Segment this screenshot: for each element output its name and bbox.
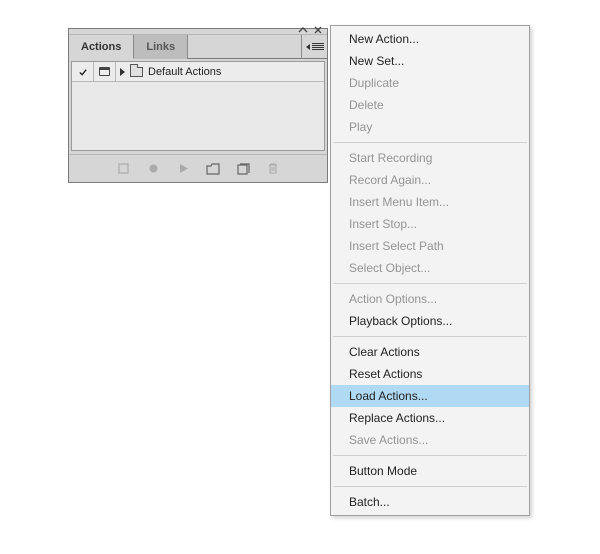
menu-item-replace-actions[interactable]: Replace Actions... bbox=[331, 407, 529, 429]
trash-icon[interactable] bbox=[265, 161, 281, 177]
check-icon bbox=[78, 67, 88, 77]
tab-links[interactable]: Links bbox=[134, 35, 188, 59]
dialog-icon bbox=[99, 67, 110, 76]
menu-separator bbox=[333, 283, 527, 284]
action-set-label: Default Actions bbox=[148, 66, 221, 78]
menu-item-reset-actions[interactable]: Reset Actions bbox=[331, 363, 529, 385]
toggle-enabled-checkbox[interactable] bbox=[72, 62, 94, 81]
new-action-icon[interactable] bbox=[235, 161, 251, 177]
panel-footer bbox=[69, 154, 327, 182]
menu-item-new-set[interactable]: New Set... bbox=[331, 50, 529, 72]
disclosure-icon[interactable] bbox=[120, 68, 125, 76]
menu-separator bbox=[333, 486, 527, 487]
menu-item-select-object: Select Object... bbox=[331, 257, 529, 279]
menu-item-play: Play bbox=[331, 116, 529, 138]
menu-item-button-mode[interactable]: Button Mode bbox=[331, 460, 529, 482]
menu-separator bbox=[333, 336, 527, 337]
folder-icon bbox=[130, 67, 143, 77]
menu-item-new-action[interactable]: New Action... bbox=[331, 28, 529, 50]
tab-actions[interactable]: Actions bbox=[69, 35, 134, 59]
menu-item-delete: Delete bbox=[331, 94, 529, 116]
menu-item-load-actions[interactable]: Load Actions... bbox=[331, 385, 529, 407]
actions-panel: Actions Links Default Actions bbox=[68, 28, 328, 183]
menu-separator bbox=[333, 455, 527, 456]
stop-icon[interactable] bbox=[115, 161, 131, 177]
record-icon[interactable] bbox=[145, 161, 161, 177]
panel-menu-button[interactable] bbox=[301, 35, 327, 59]
collapse-icon[interactable] bbox=[297, 26, 308, 34]
menu-item-duplicate: Duplicate bbox=[331, 72, 529, 94]
menu-item-insert-select-path: Insert Select Path bbox=[331, 235, 529, 257]
menu-item-start-recording: Start Recording bbox=[331, 147, 529, 169]
menu-item-save-actions: Save Actions... bbox=[331, 429, 529, 451]
close-icon[interactable] bbox=[312, 26, 323, 34]
new-set-icon[interactable] bbox=[205, 161, 221, 177]
actions-list: Default Actions bbox=[71, 61, 325, 151]
play-icon[interactable] bbox=[175, 161, 191, 177]
menu-item-playback-options[interactable]: Playback Options... bbox=[331, 310, 529, 332]
panel-body: Default Actions bbox=[69, 59, 327, 154]
menu-item-record-again: Record Again... bbox=[331, 169, 529, 191]
menu-item-insert-stop: Insert Stop... bbox=[331, 213, 529, 235]
menu-separator bbox=[333, 142, 527, 143]
menu-item-action-options: Action Options... bbox=[331, 288, 529, 310]
menu-item-insert-menu-item: Insert Menu Item... bbox=[331, 191, 529, 213]
menu-item-clear-actions[interactable]: Clear Actions bbox=[331, 341, 529, 363]
toggle-dialog-checkbox[interactable] bbox=[94, 62, 116, 81]
menu-item-batch[interactable]: Batch... bbox=[331, 491, 529, 513]
panel-tabs: Actions Links bbox=[69, 35, 327, 59]
action-set-row[interactable]: Default Actions bbox=[72, 62, 324, 82]
panel-flyout-menu: New Action...New Set...DuplicateDeletePl… bbox=[330, 25, 530, 516]
